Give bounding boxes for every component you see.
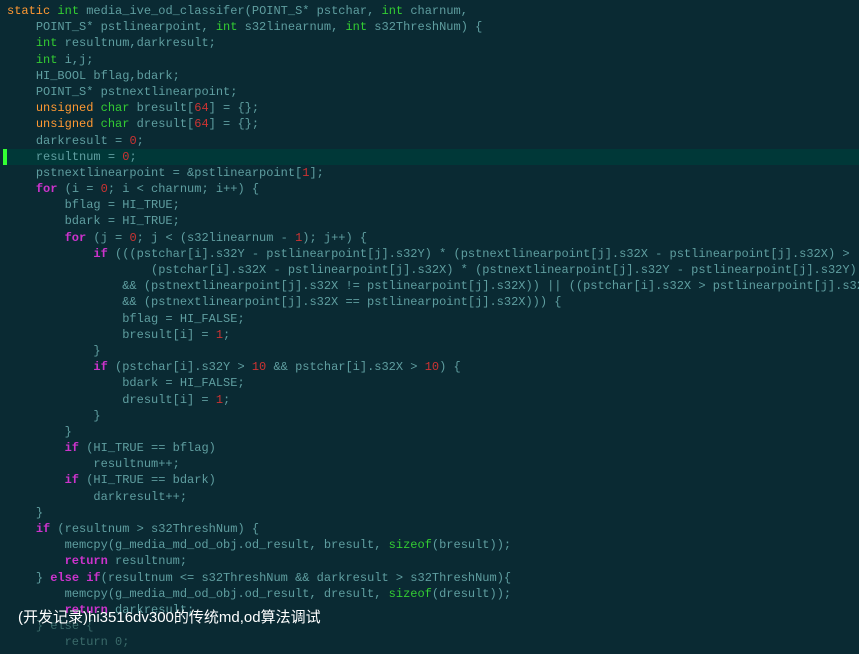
- code-editor[interactable]: static int media_ive_od_classifer(POINT_…: [0, 0, 859, 654]
- code-line[interactable]: pstnextlinearpoint = &pstlinearpoint[1];: [3, 165, 859, 181]
- code-line[interactable]: }: [3, 424, 859, 440]
- code-line[interactable]: if (HI_TRUE == bdark): [3, 472, 859, 488]
- code-line[interactable]: bflag = HI_TRUE;: [3, 197, 859, 213]
- code-line[interactable]: bresult[i] = 1;: [3, 327, 859, 343]
- code-line[interactable]: POINT_S* pstnextlinearpoint;: [3, 84, 859, 100]
- code-line[interactable]: unsigned char dresult[64] = {};: [3, 116, 859, 132]
- code-line[interactable]: darkresult++;: [3, 489, 859, 505]
- code-line[interactable]: return 0;: [3, 634, 859, 650]
- code-line[interactable]: int resultnum,darkresult;: [3, 35, 859, 51]
- image-caption: (开发记录)hi3516dv300的传统md,od算法调试: [18, 608, 321, 628]
- code-line[interactable]: }: [3, 343, 859, 359]
- code-line[interactable]: resultnum = 0;: [3, 149, 859, 165]
- code-line[interactable]: memcpy(g_media_md_od_obj.od_result, dres…: [3, 586, 859, 602]
- code-line[interactable]: for (j = 0; j < (s32linearnum - 1); j++)…: [3, 230, 859, 246]
- code-line[interactable]: }: [3, 505, 859, 521]
- code-line[interactable]: if (HI_TRUE == bflag): [3, 440, 859, 456]
- code-line[interactable]: HI_BOOL bflag,bdark;: [3, 68, 859, 84]
- code-line[interactable]: darkresult = 0;: [3, 133, 859, 149]
- code-line[interactable]: && (pstnextlinearpoint[j].s32X == pstlin…: [3, 294, 859, 310]
- code-line[interactable]: && (pstnextlinearpoint[j].s32X != pstlin…: [3, 278, 859, 294]
- code-line[interactable]: return resultnum;: [3, 553, 859, 569]
- code-line[interactable]: memcpy(g_media_md_od_obj.od_result, bres…: [3, 537, 859, 553]
- code-line[interactable]: }: [3, 408, 859, 424]
- code-line[interactable]: bdark = HI_TRUE;: [3, 213, 859, 229]
- code-line[interactable]: resultnum++;: [3, 456, 859, 472]
- code-line[interactable]: bflag = HI_FALSE;: [3, 311, 859, 327]
- code-line[interactable]: dresult[i] = 1;: [3, 392, 859, 408]
- code-line[interactable]: } else if(resultnum <= s32ThreshNum && d…: [3, 570, 859, 586]
- code-line[interactable]: int i,j;: [3, 52, 859, 68]
- code-line[interactable]: (pstchar[i].s32X - pstlinearpoint[j].s32…: [3, 262, 859, 278]
- code-line[interactable]: if (pstchar[i].s32Y > 10 && pstchar[i].s…: [3, 359, 859, 375]
- code-line[interactable]: unsigned char bresult[64] = {};: [3, 100, 859, 116]
- code-line[interactable]: static int media_ive_od_classifer(POINT_…: [3, 3, 859, 19]
- code-line[interactable]: if (resultnum > s32ThreshNum) {: [3, 521, 859, 537]
- code-line[interactable]: bdark = HI_FALSE;: [3, 375, 859, 391]
- code-line[interactable]: for (i = 0; i < charnum; i++) {: [3, 181, 859, 197]
- code-line[interactable]: POINT_S* pstlinearpoint, int s32linearnu…: [3, 19, 859, 35]
- code-line[interactable]: if (((pstchar[i].s32Y - pstlinearpoint[j…: [3, 246, 859, 262]
